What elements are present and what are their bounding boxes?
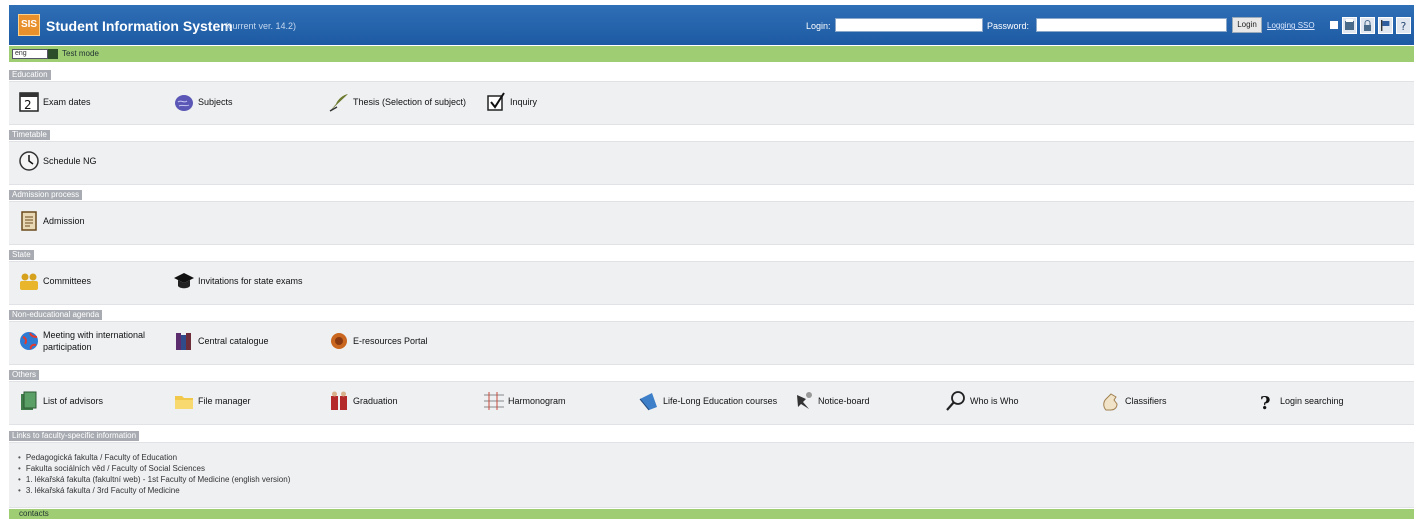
graduate-icon [327, 389, 351, 413]
question-icon: ? [1254, 389, 1278, 413]
menu-item-committees[interactable]: Committees [17, 269, 91, 293]
menu-item-classifiers[interactable]: Classifiers [1099, 389, 1167, 413]
login-label: Login: [806, 21, 831, 31]
mail-icon[interactable] [1330, 21, 1338, 29]
menu-item-label: Login searching [1280, 396, 1344, 406]
emblem-icon [327, 329, 351, 353]
section-timetable [9, 141, 1414, 185]
hand-icon [1099, 389, 1123, 413]
section-title-timetable: Timetable [9, 130, 50, 140]
login-button[interactable]: Login [1232, 17, 1262, 33]
faculty-link[interactable]: Pedagogická fakulta / Faculty of Educati… [18, 452, 290, 463]
faculty-link[interactable]: 1. lékařská fakulta (fakultní web) - 1st… [18, 474, 291, 485]
footer-bar: contacts [9, 509, 1414, 519]
svg-text:?: ? [1260, 393, 1271, 412]
printer-icon[interactable] [1342, 17, 1357, 34]
language-select[interactable]: eng [12, 49, 48, 59]
section-title-state: State [9, 250, 34, 260]
menu-item-label: Invitations for state exams [198, 276, 303, 286]
sis-logo[interactable]: SIS [18, 14, 40, 36]
menu-item-subjects[interactable]: Subjects [172, 90, 233, 114]
menu-item-schedule[interactable]: Schedule NG [17, 149, 97, 173]
password-label: Password: [987, 21, 1030, 31]
menu-item-login-searching[interactable]: ? Login searching [1254, 389, 1344, 413]
section-title-non-educational: Non-educational agenda [9, 310, 103, 320]
section-admission [9, 201, 1414, 245]
menu-item-admission[interactable]: Admission [17, 209, 85, 233]
menu-item-label: Harmonogram [508, 396, 566, 406]
menu-item-label: Inquiry [510, 97, 538, 107]
menu-item-label: E-resources Portal [353, 336, 428, 346]
section-title-links: Links to faculty-specific information [9, 431, 140, 441]
folder-icon [172, 389, 196, 413]
faculty-links-list: Pedagogická fakulta / Faculty of Educati… [18, 452, 291, 496]
flag-icon[interactable] [1378, 17, 1393, 34]
section-title-others: Others [9, 370, 40, 380]
menu-item-label: Life-Long Education courses [663, 396, 778, 406]
mode-text: Test mode [62, 49, 99, 58]
mode-bar: eng Test mode [9, 46, 1414, 62]
menu-item-label: Admission [43, 216, 85, 226]
menu-item-label: Schedule NG [43, 156, 97, 166]
app-version: (current ver. 14.2) [225, 21, 297, 31]
menu-item-graduation[interactable]: Graduation [327, 389, 398, 413]
contacts-link[interactable]: contacts [19, 509, 49, 518]
menu-item-notice-board[interactable]: Notice-board [792, 389, 870, 413]
menu-item-label: Notice-board [818, 396, 870, 406]
menu-item-file-manager[interactable]: File manager [172, 389, 251, 413]
checkbox-icon [484, 90, 508, 114]
menu-item-central-catalogue[interactable]: Central catalogue [172, 329, 269, 353]
menu-item-label: Graduation [353, 396, 398, 406]
people-icon [17, 269, 41, 293]
help-icon[interactable]: ? [1396, 17, 1411, 34]
menu-item-thesis[interactable]: Thesis (Selection of subject) [327, 90, 466, 114]
clock-icon [17, 149, 41, 173]
menu-item-inquiry[interactable]: Inquiry [484, 90, 537, 114]
calendar-icon: 2 [17, 90, 41, 114]
globe-icon [17, 329, 41, 353]
menu-item-label: List of advisors [43, 396, 104, 406]
language-select-button[interactable] [48, 49, 58, 59]
menu-item-invitations[interactable]: Invitations for state exams [172, 269, 303, 293]
app-title: Student Information System [46, 18, 233, 34]
menu-item-label: Who is Who [970, 396, 1019, 406]
menu-item-meeting[interactable]: Meeting with international participation [17, 329, 153, 353]
books-icon [172, 329, 196, 353]
menu-item-label: Meeting with international participation [43, 330, 146, 352]
menu-item-lifelong[interactable]: Life-Long Education courses [637, 389, 777, 413]
faculty-link[interactable]: 3. lékařská fakulta / 3rd Faculty of Med… [18, 485, 290, 496]
menu-item-label: File manager [198, 396, 251, 406]
section-title-education: Education [9, 70, 51, 80]
menu-item-advisors[interactable]: List of advisors [17, 389, 103, 413]
svg-text:2: 2 [24, 98, 32, 112]
menu-item-label: Thesis (Selection of subject) [353, 97, 467, 107]
magnifier-icon [944, 389, 968, 413]
menu-item-eresources[interactable]: E-resources Portal [327, 329, 428, 353]
timeline-icon [482, 389, 506, 413]
section-title-admission: Admission process [9, 190, 83, 200]
lock-icon[interactable] [1360, 17, 1375, 34]
menu-item-label: Central catalogue [198, 336, 269, 346]
login-input[interactable] [835, 18, 983, 32]
menu-item-label: Classifiers [1125, 396, 1167, 406]
menu-item-harmonogram[interactable]: Harmonogram [482, 389, 566, 413]
quill-icon [327, 90, 351, 114]
menu-item-who-is-who[interactable]: Who is Who [944, 389, 1019, 413]
document-icon [17, 209, 41, 233]
graduation-cap-icon [172, 269, 196, 293]
bird-icon [637, 389, 661, 413]
book-stack-icon [17, 389, 41, 413]
svg-text:?: ? [1401, 20, 1407, 33]
menu-item-label: Exam dates [43, 97, 91, 107]
faculty-link[interactable]: Fakulta sociálních věd / Faculty of Soci… [18, 463, 290, 474]
menu-item-label: Committees [43, 276, 92, 286]
brain-icon [172, 90, 196, 114]
password-input[interactable] [1036, 18, 1227, 32]
pin-icon [792, 389, 816, 413]
menu-item-exam-dates[interactable]: 2 Exam dates [17, 90, 91, 114]
sso-login-link[interactable]: Logging SSO [1267, 21, 1315, 30]
top-header: SIS Student Information System (current … [9, 5, 1414, 45]
menu-item-label: Subjects [198, 97, 233, 107]
